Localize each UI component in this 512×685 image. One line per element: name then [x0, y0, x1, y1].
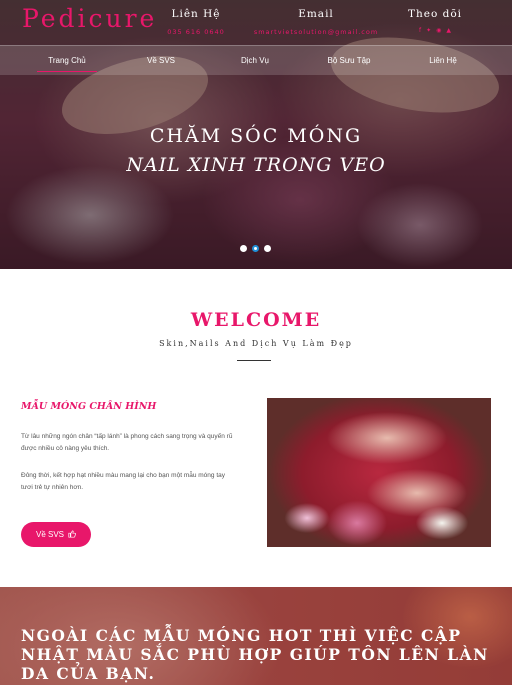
brand-logo[interactable]: Pedicure	[22, 4, 157, 33]
twitter-icon[interactable]: ✦	[426, 27, 431, 34]
article-title: MẪU MÓNG CHÂN HÌNH	[21, 401, 157, 412]
banner-text: NGOÀI CÁC MẪU MÓNG HOT THÌ VIỆC CẬP NHẬT…	[21, 626, 489, 683]
nav-item-services[interactable]: Dịch Vụ	[205, 56, 305, 65]
contact-phone[interactable]: 035 616 0640	[146, 28, 246, 36]
welcome-title: WELCOME	[190, 309, 322, 331]
header-email: Email smartvietsolution@gmail.com	[246, 8, 386, 36]
slider-dot-active[interactable]	[252, 245, 259, 252]
pedicure-photo	[267, 398, 491, 547]
promo-banner: NGOÀI CÁC MẪU MÓNG HOT THÌ VIỆC CẬP NHẬT…	[0, 587, 512, 685]
hero-slider: Pedicure Liên Hệ 035 616 0640 Email smar…	[0, 0, 512, 269]
about-svs-button-label: Về SVS	[35, 530, 64, 539]
nav-item-about[interactable]: Về SVS	[111, 56, 211, 65]
nav-item-home[interactable]: Trang Chủ	[17, 56, 117, 72]
rss-icon[interactable]: ◉	[436, 27, 441, 34]
slider-dot[interactable]	[240, 245, 247, 252]
about-svs-button[interactable]: Về SVS	[21, 522, 91, 547]
contact-title: Liên Hệ	[171, 8, 221, 20]
slider-dot[interactable]	[264, 245, 271, 252]
email-title: Email	[298, 8, 334, 20]
main-nav: Trang Chủ Về SVS Dịch Vụ Bộ Sưu Tập Liên…	[0, 45, 512, 75]
nav-item-gallery[interactable]: Bộ Sưu Tập	[299, 56, 399, 65]
article-paragraph: Từ lâu những ngón chân “tấp lánh” là pho…	[21, 433, 233, 452]
hero-title: CHĂM SÓC MÓNG	[149, 125, 363, 147]
article-paragraph: Đông thời, kết hợp hạt nhiều màu mang lạ…	[21, 472, 226, 491]
welcome-subtitle: Skin,Nails And Dịch Vụ Làm Đẹp	[159, 339, 353, 348]
vk-icon[interactable]: ▲	[446, 27, 451, 34]
header-follow: Theo dõi f ✦ ◉ ▲	[395, 8, 475, 34]
email-address[interactable]: smartvietsolution@gmail.com	[246, 28, 386, 36]
hero-subtitle: NAIL XINH TRONG VEO	[126, 154, 386, 176]
section-divider	[237, 360, 271, 361]
social-icons: f ✦ ◉ ▲	[395, 27, 475, 34]
facebook-icon[interactable]: f	[419, 27, 421, 34]
nav-item-contact[interactable]: Liên Hệ	[393, 56, 493, 65]
header-contact: Liên Hệ 035 616 0640	[146, 8, 246, 36]
follow-title: Theo dõi	[407, 8, 463, 20]
thumbs-up-icon	[68, 529, 76, 540]
slider-dots	[240, 245, 271, 252]
